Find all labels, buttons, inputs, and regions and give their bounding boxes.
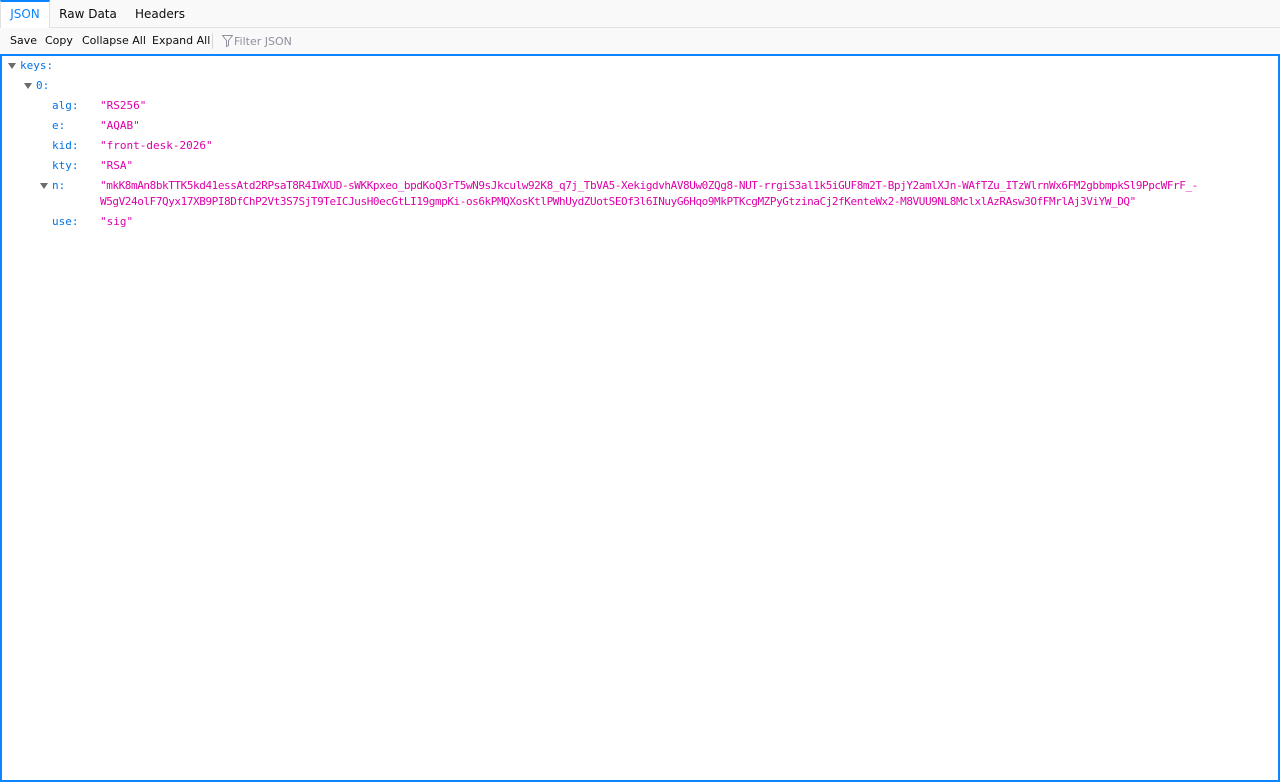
tree-key: use: (52, 215, 79, 228)
chevron-down-icon[interactable] (8, 63, 16, 69)
tree-value-line-2: W5gV24olF7Qyx17XB9PI8DfChP2Vt3S7SjT9TeIC… (100, 195, 1136, 208)
chevron-down-icon[interactable] (40, 183, 48, 189)
tab-bar: JSON Raw Data Headers (0, 0, 1280, 29)
filter-icon (221, 35, 234, 48)
tree-key: n: (52, 179, 66, 192)
save-button[interactable]: Save (10, 28, 37, 54)
filter-box (220, 28, 520, 54)
tree-row-item-0[interactable]: 0: (2, 76, 1278, 96)
tree-value: "sig" (100, 215, 134, 228)
tree-key: kid: (52, 139, 79, 152)
tree-key: e: (52, 119, 66, 132)
tree-row-kid[interactable]: kid: "front-desk-2026" (2, 136, 1278, 156)
tree-value: "front-desk-2026" (100, 139, 213, 152)
collapse-all-button[interactable]: Collapse All (82, 28, 146, 54)
tree-value: "AQAB" (100, 119, 140, 132)
chevron-down-icon[interactable] (24, 83, 32, 89)
tree-key: keys: (20, 59, 54, 72)
tree-value: "RS256" (100, 99, 147, 112)
expand-all-button[interactable]: Expand All (152, 28, 210, 54)
tab-raw-data[interactable]: Raw Data (52, 0, 124, 28)
tree-row-use[interactable]: use: "sig" (2, 212, 1278, 232)
json-toolbar: Save Copy Collapse All Expand All (0, 28, 1280, 54)
tree-row-keys[interactable]: keys: (2, 56, 1278, 76)
tree-key: kty: (52, 159, 79, 172)
json-viewer-panel: keys: 0: alg: "RS256" e: "AQAB" kid: "fr… (0, 54, 1280, 782)
tree-key: 0: (36, 79, 50, 92)
tab-json[interactable]: JSON (0, 0, 50, 29)
tree-value: "RSA" (100, 159, 134, 172)
tree-row-e[interactable]: e: "AQAB" (2, 116, 1278, 136)
tree-row-alg[interactable]: alg: "RS256" (2, 96, 1278, 116)
copy-button[interactable]: Copy (45, 28, 73, 54)
filter-json-input[interactable] (234, 32, 514, 50)
tree-row-kty[interactable]: kty: "RSA" (2, 156, 1278, 176)
tree-row-n[interactable]: n: "mkK8mAn8bkTTK5kd41essAtd2RPsaT8R4IWX… (2, 176, 1278, 212)
toolbar-divider (212, 33, 213, 49)
tree-key: alg: (52, 99, 79, 112)
tree-value-line-1: "mkK8mAn8bkTTK5kd41essAtd2RPsaT8R4IWXUD-… (100, 179, 1198, 192)
tab-headers[interactable]: Headers (128, 0, 192, 28)
